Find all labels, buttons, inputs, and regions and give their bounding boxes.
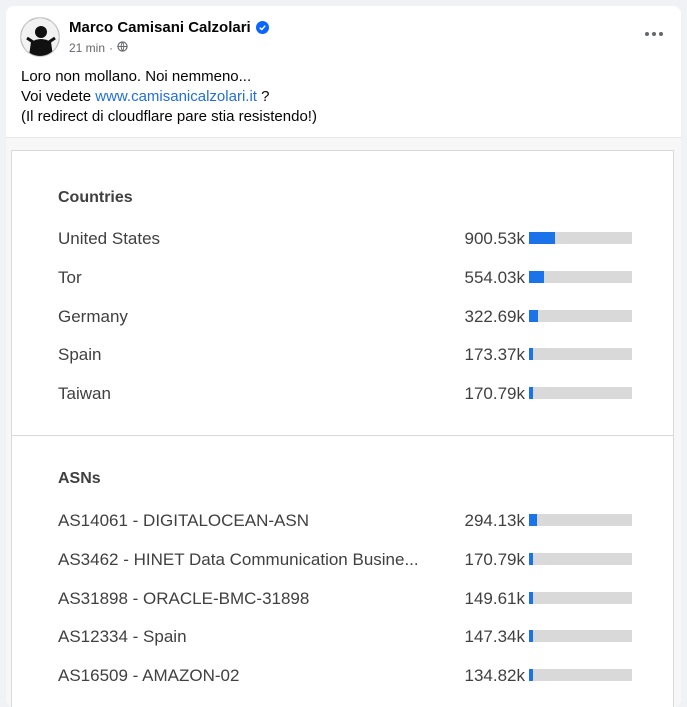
row-value: 322.69k xyxy=(464,306,526,326)
post-card: Marco Camisani Calzolari 21 min · Loro n… xyxy=(6,6,681,707)
row-value: 294.13k xyxy=(464,511,526,530)
section-divider xyxy=(12,435,673,436)
bar-fill xyxy=(529,232,555,244)
post-image[interactable]: Countries United States 900.53k Tor 554.03k… xyxy=(6,137,681,707)
row-value: 173.37k xyxy=(464,345,526,365)
post-timestamp[interactable]: 21 min xyxy=(69,41,105,55)
bar-fill xyxy=(529,348,533,361)
row-label: AS16509 - AMAZON-02 xyxy=(58,666,240,686)
countries-row: United States 900.53k xyxy=(58,226,638,250)
post-line-2-prefix: Voi vedete xyxy=(21,88,96,105)
countries-row: Tor 554.03k xyxy=(58,265,638,289)
row-label: Tor xyxy=(58,267,82,287)
bar-fill xyxy=(529,552,533,565)
bar-fill xyxy=(529,591,533,604)
row-label: AS3462 - HINET Data Communication Busine… xyxy=(58,549,419,569)
bar-track xyxy=(529,669,632,682)
asns-row: AS16509 - AMAZON-02 134.82k xyxy=(58,663,638,687)
asns-title: ASNs xyxy=(58,470,101,487)
bar-track xyxy=(529,270,632,283)
row-value: 900.53k xyxy=(464,229,526,248)
row-value: 134.82k xyxy=(464,666,526,686)
bar-track xyxy=(529,514,632,526)
post-line-1: Loro non mollano. Noi nemmeno... xyxy=(21,68,252,85)
asns-row: AS3462 - HINET Data Communication Busine… xyxy=(58,547,638,571)
row-value: 170.79k xyxy=(464,549,526,569)
post-meta: 21 min · xyxy=(69,41,128,55)
row-label: AS12334 - Spain xyxy=(58,627,187,647)
post-line-3: (Il redirect di cloudflare pare stia res… xyxy=(21,108,317,125)
post-body: Loro non mollano. Noi nemmeno... Voi ved… xyxy=(21,67,317,127)
bar-fill xyxy=(529,630,533,643)
stats-panel: Countries United States 900.53k Tor 554.03k… xyxy=(11,150,674,707)
author-name[interactable]: Marco Camisani Calzolari xyxy=(69,19,251,36)
post-line-2-suffix: ? xyxy=(256,88,270,105)
meta-separator: · xyxy=(109,41,114,55)
row-label: Spain xyxy=(58,345,102,365)
bar-track xyxy=(529,348,632,361)
row-value: 149.61k xyxy=(464,588,526,608)
post-line-2: Voi vedete www.camisanicalzolari.it ? xyxy=(21,87,317,107)
bar-fill xyxy=(529,270,544,283)
bar-track xyxy=(529,309,632,322)
bar-track xyxy=(529,630,632,643)
row-value: 147.34k xyxy=(464,627,526,647)
row-label: United States xyxy=(58,229,161,248)
row-value: 554.03k xyxy=(464,267,526,287)
row-label: Germany xyxy=(58,306,128,326)
author-name-row: Marco Camisani Calzolari xyxy=(69,19,269,36)
bar-track xyxy=(529,387,632,400)
verified-badge-icon xyxy=(255,21,269,34)
more-options-icon[interactable] xyxy=(639,23,669,45)
row-label: AS31898 - ORACLE-BMC-31898 xyxy=(58,588,310,608)
post-link[interactable]: www.camisanicalzolari.it xyxy=(95,88,257,105)
bar-fill xyxy=(529,309,538,322)
countries-row: Germany 322.69k xyxy=(58,304,638,328)
asns-row: AS14061 - DIGITALOCEAN-ASN 294.13k xyxy=(58,508,638,532)
countries-row: Taiwan 170.79k xyxy=(58,381,638,405)
bar-fill xyxy=(529,387,533,400)
globe-icon[interactable] xyxy=(117,41,128,55)
asns-row: AS31898 - ORACLE-BMC-31898 149.61k xyxy=(58,586,638,610)
bar-fill xyxy=(529,514,537,526)
bar-track xyxy=(529,591,632,604)
row-value: 170.79k xyxy=(464,384,526,404)
bar-fill xyxy=(529,669,533,682)
row-label: Taiwan xyxy=(58,384,111,404)
bar-track xyxy=(529,232,632,244)
avatar-image-icon xyxy=(21,18,59,56)
bar-track xyxy=(529,552,632,565)
asns-row: AS12334 - Spain 147.34k xyxy=(58,624,638,648)
author-avatar[interactable] xyxy=(20,17,60,57)
countries-title: Countries xyxy=(58,189,133,206)
countries-row: Spain 173.37k xyxy=(58,342,638,366)
row-label: AS14061 - DIGITALOCEAN-ASN xyxy=(58,511,309,530)
